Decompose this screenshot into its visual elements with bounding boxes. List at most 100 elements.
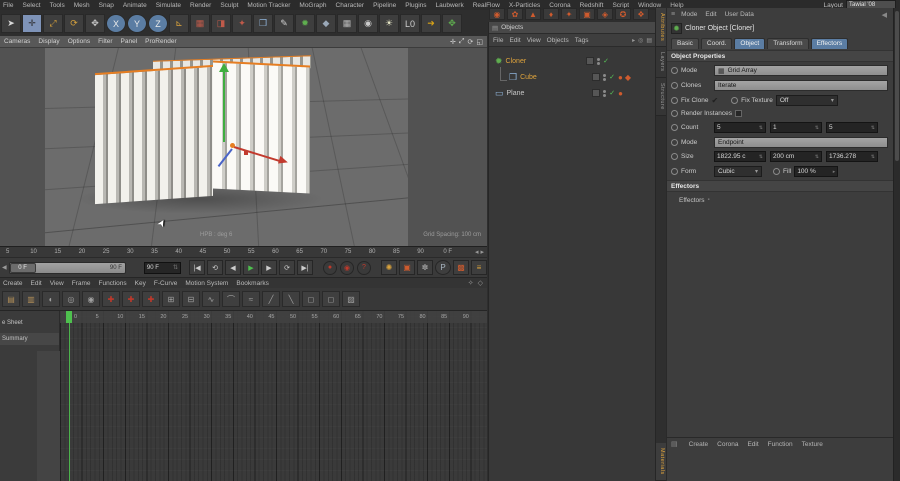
attribute-tab[interactable]: Basic	[671, 38, 699, 49]
object-menu-item[interactable]: Edit	[509, 37, 520, 44]
attribute-tab[interactable]: Effectors	[811, 38, 849, 49]
object-row-plane[interactable]: ▭ Plane ✓ ●	[489, 85, 655, 101]
menu-item[interactable]: Animate	[123, 2, 147, 9]
anim-dot-icon[interactable]	[671, 82, 678, 89]
attribute-tab[interactable]: Object	[734, 38, 765, 49]
plugin-icon-5[interactable]: ✦	[561, 8, 577, 20]
size-mode-cycle-button[interactable]: Endpoint	[714, 137, 888, 148]
anim-dot-icon[interactable]	[671, 139, 678, 146]
count-field[interactable]: 5⇅	[714, 122, 766, 133]
select-tool-icon[interactable]: ➤	[1, 14, 21, 33]
material-tag-icon[interactable]: ●	[618, 73, 623, 82]
render-view-icon[interactable]: ▦	[190, 14, 210, 33]
size-field[interactable]: 1736.278⇅	[826, 151, 878, 162]
object-label[interactable]: Plane	[507, 90, 525, 97]
menu-item[interactable]: File	[3, 2, 13, 9]
timeline-menu-item[interactable]: Motion System	[185, 280, 228, 287]
plugin-icon-8[interactable]: ✪	[615, 8, 631, 20]
material-menu-item[interactable]: Edit	[747, 441, 758, 448]
move-tool-icon[interactable]: ✛	[22, 14, 42, 33]
phong-tag-icon[interactable]: ◆	[625, 73, 631, 82]
pen-spline-icon[interactable]: ✎	[274, 14, 294, 33]
layer-icon[interactable]	[592, 73, 600, 81]
clones-cycle-button[interactable]: Iterate	[714, 80, 888, 91]
anim-dot-icon[interactable]	[671, 153, 678, 160]
axis-origin[interactable]	[230, 143, 235, 148]
timeline-menu-item[interactable]: Create	[3, 280, 23, 287]
marker-icon-2[interactable]: ◻	[322, 291, 340, 307]
star-icon[interactable]: ✧	[468, 279, 474, 287]
delete-key-icon[interactable]: ✚	[142, 291, 160, 307]
timeline-menu-item[interactable]: Key	[135, 280, 146, 287]
plugin-icon-4[interactable]: ♦	[543, 8, 559, 20]
y-axis-handle[interactable]	[223, 72, 225, 142]
pan-view-icon[interactable]: ✛	[450, 38, 456, 46]
plugin-icon-2[interactable]: ✿	[507, 8, 523, 20]
anim-dot-icon[interactable]	[731, 97, 738, 104]
viewport-menu-item[interactable]: Options	[68, 38, 90, 45]
playhead-handle[interactable]	[66, 311, 72, 323]
autokey-button[interactable]: ◉	[340, 261, 354, 275]
light-icon[interactable]: ☀	[379, 14, 399, 33]
timeline-ruler[interactable]: 51015202530354045505560657075808590 0 F …	[0, 246, 487, 257]
ruler-left-button[interactable]: ◂	[475, 248, 479, 256]
ruler-right-button[interactable]: ▸	[480, 248, 484, 256]
z-axis-lock-icon[interactable]: Z	[148, 14, 168, 33]
key-position-button[interactable]: ✺	[381, 260, 397, 275]
frame-slider-handle[interactable]: 0 F	[10, 263, 36, 273]
spline-icon[interactable]: ≈	[242, 291, 260, 307]
timeline-menu-item[interactable]: View	[50, 280, 64, 287]
form-dropdown[interactable]: Cubic ▾	[714, 166, 762, 177]
search-icon[interactable]: ◎	[638, 37, 643, 44]
spinner-icon[interactable]: ⇅	[173, 264, 178, 271]
plugin-icon-9[interactable]: ❖	[633, 8, 649, 20]
object-label[interactable]: Cube	[520, 74, 537, 81]
dope-row-label[interactable]: Summary	[0, 333, 59, 345]
history-back-icon[interactable]: ◀	[882, 11, 893, 19]
add-cube-icon[interactable]: ❒	[253, 14, 273, 33]
add-key-icon[interactable]: ✚	[102, 291, 120, 307]
material-menu-item[interactable]: Texture	[802, 441, 823, 448]
marker-icon-1[interactable]: ◻	[302, 291, 320, 307]
layer-icon[interactable]	[586, 57, 594, 65]
diamond-icon[interactable]: ◇	[478, 279, 483, 287]
ease-icon[interactable]: ⌒	[222, 291, 240, 307]
timeline-menu-item[interactable]: Bookmarks	[236, 280, 269, 287]
object-row-cube[interactable]: ❒ Cube ✓ ● ◆	[489, 69, 655, 85]
record-keyframe-button[interactable]: ●	[323, 261, 337, 275]
object-menu-item[interactable]: Tags	[575, 37, 589, 44]
viewport-menu-item[interactable]: Display	[38, 38, 59, 45]
enabled-check-icon[interactable]: ✓	[609, 73, 615, 81]
key-rotation-button[interactable]: ✽	[417, 260, 433, 275]
menu-item[interactable]: Laubwerk	[436, 2, 464, 9]
play-mode-button[interactable]: ⟳	[279, 260, 295, 275]
material-menu-item[interactable]: Create	[689, 441, 709, 448]
dock-tab[interactable]: Attributes	[656, 8, 666, 47]
layer-icon[interactable]	[592, 89, 600, 97]
key-pla-button[interactable]: ▩	[453, 260, 469, 275]
slider-spin-icon[interactable]: ◀	[0, 264, 9, 271]
menu-item[interactable]: Mesh	[74, 2, 90, 9]
zoom-out-icon[interactable]: ⊟	[182, 291, 200, 307]
key-parameter-button[interactable]: P	[435, 260, 451, 275]
menu-item[interactable]: Character	[336, 2, 365, 9]
cloner-slats-right-face[interactable]	[213, 60, 310, 193]
clapper-icon-1[interactable]: ▤	[2, 291, 20, 307]
hand-tool-icon[interactable]: ✥	[442, 14, 462, 33]
next-frame-button[interactable]: ▶	[261, 260, 277, 275]
goto-start-button[interactable]: |◀	[189, 260, 205, 275]
solo-icon[interactable]: ◉	[82, 291, 100, 307]
effectors-list-row[interactable]: Effectors ▪	[667, 194, 893, 206]
timeline-menu-item[interactable]: Edit	[31, 280, 42, 287]
curve-icon[interactable]: ∿	[202, 291, 220, 307]
menu-item[interactable]: Sculpt	[220, 2, 238, 9]
size-field[interactable]: 200 cm⇅	[770, 151, 822, 162]
menu-item[interactable]: Snap	[99, 2, 114, 9]
count-field[interactable]: 5⇅	[826, 122, 878, 133]
object-manager-header[interactable]: ▤ Objects	[489, 22, 655, 34]
material-menu-item[interactable]: Function	[768, 441, 793, 448]
fix-clone-checkbox[interactable]: ✔	[711, 96, 718, 105]
coord-system-icon[interactable]: ⊾	[169, 14, 189, 33]
object-menu-item[interactable]: View	[527, 37, 541, 44]
viewport-3d[interactable]: HPB : deg 6 Grid Spacing: 100 cm ➤	[0, 48, 487, 246]
